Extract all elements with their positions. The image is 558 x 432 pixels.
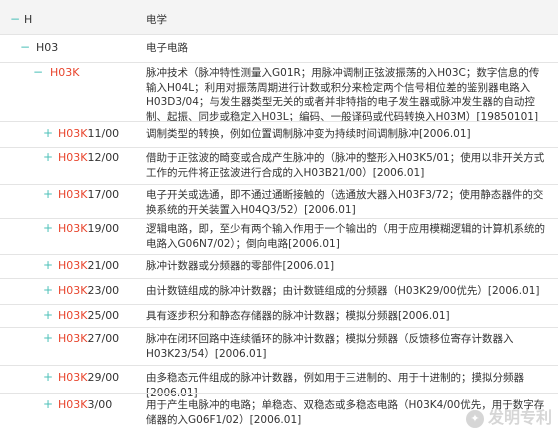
row-divider xyxy=(0,393,558,394)
row-divider xyxy=(0,304,558,305)
expand-icon[interactable]: + xyxy=(43,331,53,345)
expand-icon[interactable]: + xyxy=(43,370,53,384)
list-item[interactable]: + H03K21/00 脉冲计数器或分频器的零部件[2006.01] xyxy=(0,254,558,278)
classification-description: 借助于正弦波的畸变或合成产生脉冲的（脉冲的整形入H03K5/01；使用以非开关方… xyxy=(146,152,545,179)
row-divider xyxy=(0,278,558,279)
code-suffix: 27/00 xyxy=(87,332,120,345)
classification-description: 电学 xyxy=(146,14,167,26)
list-item[interactable]: − H 电学 xyxy=(0,0,558,34)
classification-code[interactable]: H03K29/00 xyxy=(58,371,119,385)
classification-description: 电子电路 xyxy=(146,42,188,54)
collapse-icon[interactable]: − xyxy=(20,40,30,54)
expand-icon[interactable]: + xyxy=(43,221,53,235)
classification-code[interactable]: H03K27/00 xyxy=(58,332,119,346)
code-suffix: H xyxy=(24,13,33,26)
classification-code[interactable]: H03K23/00 xyxy=(58,284,119,298)
classification-code[interactable]: H03K25/00 xyxy=(58,309,119,323)
row-divider xyxy=(0,218,558,219)
classification-code[interactable]: H03 xyxy=(36,41,58,55)
code-prefix: H03K xyxy=(58,284,88,297)
code-prefix: H03K xyxy=(58,371,88,384)
watermark: ✦ 发明专利 xyxy=(465,404,552,428)
row-divider xyxy=(0,184,558,185)
list-item[interactable]: + H03K27/00 脉冲在闭环回路中连续循环的脉冲计数器；模拟分频器（反馈移位寄… xyxy=(0,327,558,365)
expand-icon[interactable]: + xyxy=(43,150,53,164)
collapse-icon[interactable]: − xyxy=(33,65,43,79)
row-divider xyxy=(0,365,558,366)
classification-description: 具有逐步积分和静态存储器的脉冲计数器；模拟分频器[2006.01] xyxy=(146,310,450,322)
code-suffix: 21/00 xyxy=(87,259,120,272)
list-item[interactable]: − H03 电子电路 xyxy=(0,34,558,62)
code-prefix: H03K xyxy=(58,398,88,411)
code-prefix: H03K xyxy=(58,259,88,272)
code-suffix: 12/00 xyxy=(87,151,120,164)
code-prefix: H03K xyxy=(58,151,88,164)
code-prefix: H03K xyxy=(58,332,88,345)
expand-icon[interactable]: + xyxy=(43,258,53,272)
classification-description: 电子开关或选通，即不通过通断接触的（选通放大器入H03F3/72；使用静态器件的… xyxy=(146,189,544,216)
classification-code[interactable]: H03K21/00 xyxy=(58,259,119,273)
code-suffix: 29/00 xyxy=(87,371,120,384)
list-item[interactable]: + H03K17/00 电子开关或选通，即不通过通断接触的（选通放大器入H03F3/… xyxy=(0,184,558,218)
code-prefix: H03K xyxy=(58,127,88,140)
expand-icon[interactable]: + xyxy=(43,187,53,201)
classification-code[interactable]: H03K12/00 xyxy=(58,151,119,165)
classification-description: 脉冲在闭环回路中连续循环的脉冲计数器；模拟分频器（反馈移位寄存计数器入H03K2… xyxy=(146,333,514,360)
code-suffix: 11/00 xyxy=(87,127,120,140)
row-divider xyxy=(0,327,558,328)
list-item[interactable]: + H03K29/00 由多稳态元件组成的脉冲计数器，例如用于三进制的、用于十进制的… xyxy=(0,365,558,399)
code-suffix: 17/00 xyxy=(87,188,120,201)
classification-code[interactable]: H03K11/00 xyxy=(58,127,119,141)
classification-description: 脉冲计数器或分频器的零部件[2006.01] xyxy=(146,260,335,272)
expand-icon[interactable]: + xyxy=(43,397,53,411)
expand-icon[interactable]: + xyxy=(43,308,53,322)
classification-description: 逻辑电路，即，至少有两个输入作用于一个输出的（用于应用模糊逻辑的计算机系统的电路… xyxy=(146,223,545,250)
code-prefix: H03K xyxy=(58,188,88,201)
watermark-text: 发明专利 xyxy=(487,408,552,427)
row-divider xyxy=(0,62,558,63)
row-divider xyxy=(0,254,558,255)
code-suffix: 23/00 xyxy=(87,284,120,297)
classification-description: 脉冲技术（脉冲特性测量入G01R；用脉冲调制正弦波振荡的入H03C；数字信息的传… xyxy=(146,67,540,123)
code-prefix: H03K xyxy=(50,66,80,79)
expand-icon[interactable]: + xyxy=(43,283,53,297)
expand-icon[interactable]: + xyxy=(43,126,53,140)
code-prefix: H03K xyxy=(58,222,88,235)
classification-code[interactable]: H03K3/00 xyxy=(58,398,112,412)
wechat-icon: ✦ xyxy=(465,409,484,428)
classification-description: 调制类型的转换，例如位置调制脉冲变为持续时间调制脉冲[2006.01] xyxy=(146,128,471,140)
list-item[interactable]: + H03K11/00 调制类型的转换，例如位置调制脉冲变为持续时间调制脉冲[200… xyxy=(0,121,558,147)
row-divider xyxy=(0,147,558,148)
list-item[interactable]: − H03K 脉冲技术（脉冲特性测量入G01R；用脉冲调制正弦波振荡的入H03C；数… xyxy=(0,62,558,123)
row-divider xyxy=(0,121,558,122)
list-item[interactable]: + H03K25/00 具有逐步积分和静态存储器的脉冲计数器；模拟分频器[2006.… xyxy=(0,304,558,327)
collapse-icon[interactable]: − xyxy=(10,12,20,26)
row-divider xyxy=(0,34,558,35)
classification-code[interactable]: H03K19/00 xyxy=(58,222,119,236)
list-item[interactable]: + H03K19/00 逻辑电路，即，至少有两个输入作用于一个输出的（用于应用模糊逻… xyxy=(0,218,558,254)
code-prefix: H03K xyxy=(58,309,88,322)
code-suffix: 3/00 xyxy=(87,398,113,411)
code-suffix: H03 xyxy=(36,41,59,54)
classification-code[interactable]: H xyxy=(24,13,32,27)
classification-description: 由计数链组成的脉冲计数器；由计数链组成的分频器（H03K29/00优先）[200… xyxy=(146,285,540,297)
list-item[interactable]: + H03K12/00 借助于正弦波的畸变或合成产生脉冲的（脉冲的整形入H03K5/… xyxy=(0,147,558,184)
list-item[interactable]: + H03K23/00 由计数链组成的脉冲计数器；由计数链组成的分频器（H03K29… xyxy=(0,278,558,304)
code-suffix: 25/00 xyxy=(87,309,120,322)
classification-code[interactable]: H03K17/00 xyxy=(58,188,119,202)
code-suffix: 19/00 xyxy=(87,222,120,235)
classification-code[interactable]: H03K xyxy=(50,66,79,80)
